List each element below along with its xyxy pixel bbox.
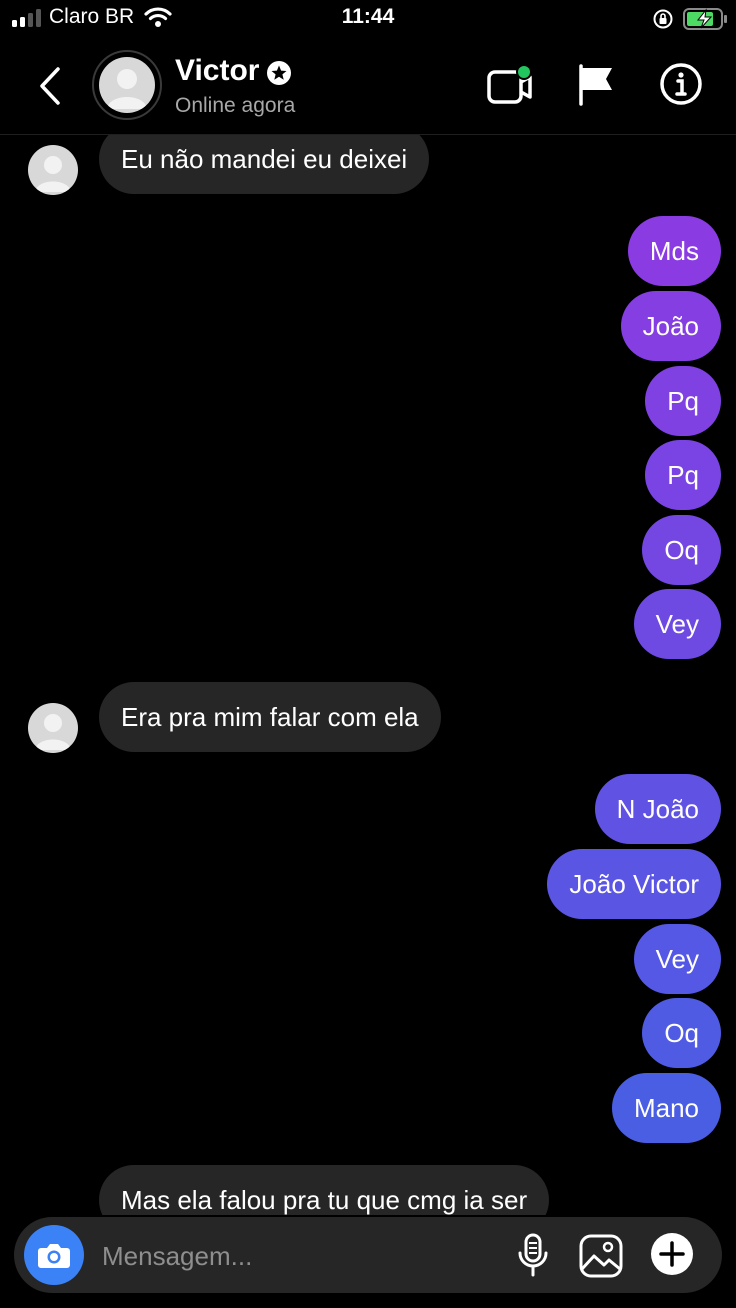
back-icon[interactable] (32, 64, 68, 108)
contact-avatar-small[interactable] (28, 145, 78, 195)
message-outgoing[interactable]: Oq (642, 998, 721, 1068)
status-time: 11:44 (341, 5, 395, 28)
verified-star-icon (267, 61, 291, 85)
message-outgoing[interactable]: Mano (611, 1073, 721, 1143)
message-input[interactable] (100, 1235, 484, 1277)
message-outgoing[interactable]: N João (594, 774, 721, 844)
contact-status: Online agora (175, 94, 296, 117)
microphone-icon[interactable] (515, 1233, 551, 1279)
message-outgoing[interactable]: Vey (633, 589, 721, 659)
contact-name[interactable]: Victor (175, 54, 259, 88)
message-outgoing[interactable]: Vey (633, 924, 721, 994)
message-incoming[interactable]: Eu não mandei eu deixei (99, 135, 430, 194)
message-composer (14, 1217, 722, 1293)
camera-icon (38, 1244, 70, 1268)
message-outgoing[interactable]: João Victor (547, 849, 721, 919)
message-list[interactable]: Eu não mandei eu deixei Mds João Pq Pq O… (0, 135, 736, 1215)
message-outgoing[interactable]: Oq (642, 515, 721, 585)
contact-avatar-small[interactable] (28, 703, 78, 753)
message-outgoing[interactable]: Mds (627, 216, 721, 286)
message-outgoing[interactable]: Pq (645, 440, 721, 510)
plus-icon[interactable] (649, 1231, 695, 1277)
message-incoming[interactable]: Era pra mim falar com ela (99, 682, 441, 752)
contact-avatar[interactable] (92, 50, 162, 120)
flag-icon[interactable] (576, 62, 616, 108)
video-call-icon[interactable] (486, 62, 536, 108)
gallery-icon[interactable] (578, 1233, 624, 1279)
message-outgoing[interactable]: João (620, 291, 721, 361)
info-icon[interactable] (659, 62, 703, 106)
status-bar: Claro BR 11:44 (0, 0, 736, 40)
battery-icon (683, 8, 727, 30)
camera-button[interactable] (24, 1225, 84, 1285)
message-outgoing[interactable]: Pq (645, 366, 721, 436)
chat-header: Victor Online agora (0, 40, 736, 135)
rotation-lock-icon (653, 9, 673, 29)
message-incoming[interactable]: Mas ela falou pra tu que cmg ia ser (99, 1165, 550, 1215)
